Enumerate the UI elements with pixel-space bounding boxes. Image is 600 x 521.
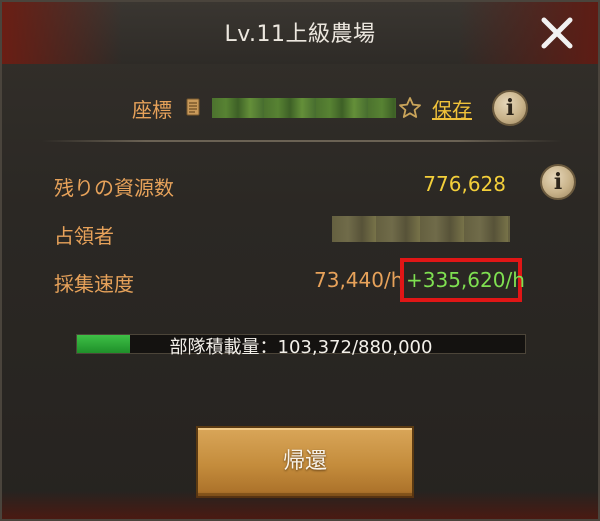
panel-header: Lv.11上級農場 [2, 2, 598, 64]
coordinates-value-redacted[interactable] [212, 98, 396, 118]
panel-title: Lv.11上級農場 [224, 22, 376, 47]
occupant-label: 占領者 [54, 224, 114, 248]
gather-speed-value: 73,440/h [314, 268, 404, 292]
gather-speed-bonus: +335,620/h [406, 268, 525, 292]
star-icon[interactable] [398, 96, 422, 120]
farm-info-panel: Lv.11上級農場 座標 保存 i 残りの資源数 776,628 i 占領者 採… [0, 0, 600, 521]
return-button[interactable]: 帰還 [196, 426, 414, 498]
troop-capacity-bar: 部隊積載量：103,372/880,000 [76, 334, 526, 358]
close-button[interactable] [538, 14, 576, 52]
info-icon[interactable]: i [540, 164, 576, 200]
remaining-resources-value: 776,628 [423, 172, 506, 196]
footer-decoration [2, 491, 598, 519]
remaining-resources-label: 残りの資源数 [54, 176, 174, 200]
close-icon [541, 17, 573, 49]
gather-speed-label: 採集速度 [54, 272, 134, 296]
divider [42, 140, 562, 142]
troop-capacity-text: 部隊積載量：103,372/880,000 [169, 337, 433, 358]
save-link[interactable]: 保存 [432, 94, 472, 123]
info-icon[interactable]: i [492, 90, 528, 126]
occupant-value-redacted [332, 216, 510, 242]
coordinates-label: 座標 [132, 98, 172, 122]
document-icon [186, 98, 200, 116]
